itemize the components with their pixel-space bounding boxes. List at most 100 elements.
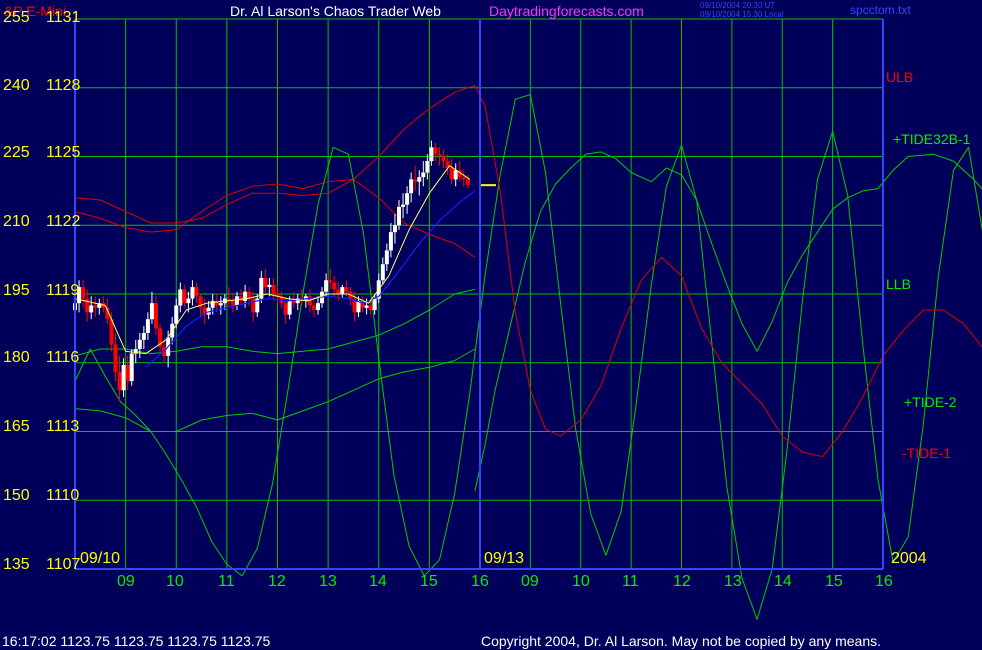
price-bar-body <box>344 287 349 292</box>
price-bar-body <box>413 179 418 182</box>
price-bar-body <box>340 287 345 294</box>
timestamp-local: 09/10/2004 15:30 Local <box>700 10 784 19</box>
hour-tick-label: 15 <box>825 573 843 590</box>
price-bar-body <box>186 298 191 304</box>
price-bar-body <box>429 147 434 162</box>
price-bar-body <box>368 305 373 311</box>
hour-tick-label: 12 <box>268 573 286 590</box>
price-bar-body <box>125 365 130 382</box>
y-price-label: 1107 <box>46 556 81 573</box>
hour-tick-label: 14 <box>369 573 387 590</box>
price-bar-body <box>336 289 341 294</box>
y-left-label: 255 <box>3 9 30 26</box>
price-bar-body <box>117 371 122 391</box>
price-bar-body <box>461 177 466 180</box>
hour-tick-label: 13 <box>319 573 337 590</box>
price-bar-body <box>364 305 369 308</box>
price-bar-body <box>190 287 195 299</box>
price-bar-body <box>93 305 98 308</box>
price-bar-body <box>113 344 118 372</box>
price-bar-body <box>287 300 292 315</box>
price-bar-body <box>401 204 406 207</box>
price-bar-body <box>194 287 199 297</box>
price-bar-body <box>251 298 256 313</box>
price-bar-body <box>218 303 223 306</box>
y-left-label: 150 <box>3 487 30 504</box>
hour-tick-label: 15 <box>420 573 438 590</box>
price-bar-body <box>243 291 248 301</box>
price-bar-body <box>239 296 244 301</box>
price-bar-body <box>174 305 179 324</box>
price-bar-body <box>392 225 397 233</box>
price-bar-body <box>89 305 94 313</box>
price-bar-body <box>449 167 454 180</box>
y-left-label: 180 <box>3 349 30 366</box>
price-bar-body <box>263 277 268 288</box>
price-bar-body <box>235 296 239 306</box>
price-bar-body <box>271 284 276 294</box>
price-bar-body <box>149 303 154 320</box>
hour-tick-label: 09 <box>521 573 539 590</box>
price-bar-body <box>421 172 426 178</box>
price-bar-body <box>388 232 393 251</box>
price-bar-body <box>465 179 470 186</box>
site-name: Daytradingforecasts.com <box>489 3 644 19</box>
price-bar-body <box>409 179 414 194</box>
hour-tick-label: 11 <box>622 573 639 590</box>
price-bar-body <box>267 284 272 288</box>
y-left-label: 210 <box>3 213 30 230</box>
price-bar-body <box>316 303 320 311</box>
hour-tick-label: 13 <box>724 573 742 590</box>
hour-tick-label: 11 <box>218 573 235 590</box>
price-bar-body <box>81 287 86 299</box>
y-left-label: 195 <box>3 282 30 299</box>
hour-tick-label: 12 <box>673 573 691 590</box>
price-bar-body <box>182 289 187 304</box>
quote-readout: 16:17:02 1123.75 1123.75 1123.75 1123.75 <box>2 633 271 649</box>
price-bar-body <box>283 303 288 315</box>
price-bar-body <box>397 206 401 226</box>
data-filename: spcctom.txt <box>850 3 911 17</box>
y-price-label: 1116 <box>46 349 80 366</box>
price-bar-body <box>384 250 389 265</box>
y-price-label: 1110 <box>46 487 80 504</box>
price-bar-body <box>372 298 377 311</box>
hour-tick-label: 14 <box>774 573 792 590</box>
price-bar-body <box>328 280 333 283</box>
price-bar-body <box>141 332 146 340</box>
series-label-tide1: -TIDE-1 <box>902 445 951 461</box>
price-bar-body <box>405 193 410 205</box>
y-price-label: 1125 <box>46 144 81 161</box>
series-label-llb: LLB <box>886 276 911 292</box>
price-bar-body <box>332 282 337 290</box>
price-bar-body <box>380 264 385 281</box>
y-price-label: 1128 <box>46 77 81 94</box>
price-bar-body <box>230 300 235 306</box>
price-bar-body <box>441 156 446 162</box>
price-bar-body <box>417 177 422 182</box>
series-label-tide32b: +TIDE32B-1 <box>893 131 971 147</box>
hour-tick-label: 10 <box>572 573 590 590</box>
price-bar-body <box>453 170 458 180</box>
copyright-notice: Copyright 2004, Dr. Al Larson. May not b… <box>481 633 882 649</box>
series-label-tide2: +TIDE-2 <box>904 394 957 410</box>
y-left-label: 165 <box>3 418 30 435</box>
hour-tick-label: 16 <box>471 573 489 590</box>
y-left-label: 135 <box>3 556 30 573</box>
price-bar-body <box>145 319 150 333</box>
y-price-label: 1122 <box>46 213 81 230</box>
price-bar-body <box>425 161 430 173</box>
price-bar <box>129 349 134 386</box>
date-label-forecast: 09/13 <box>484 550 525 567</box>
hour-tick-label: 16 <box>875 573 893 590</box>
y-price-label: 1119 <box>46 282 80 299</box>
y-price-label: 1113 <box>46 418 80 435</box>
price-bar-body <box>137 339 142 349</box>
date-label-start: 09/10 <box>80 550 121 567</box>
series-label-ulb: ULB <box>886 69 914 85</box>
hour-tick-label: 10 <box>166 573 184 590</box>
year-label: 2004 <box>891 550 927 567</box>
price-bar-body <box>121 365 126 391</box>
y-price-label: 1131 <box>46 9 81 26</box>
price-bar-body <box>291 300 296 304</box>
